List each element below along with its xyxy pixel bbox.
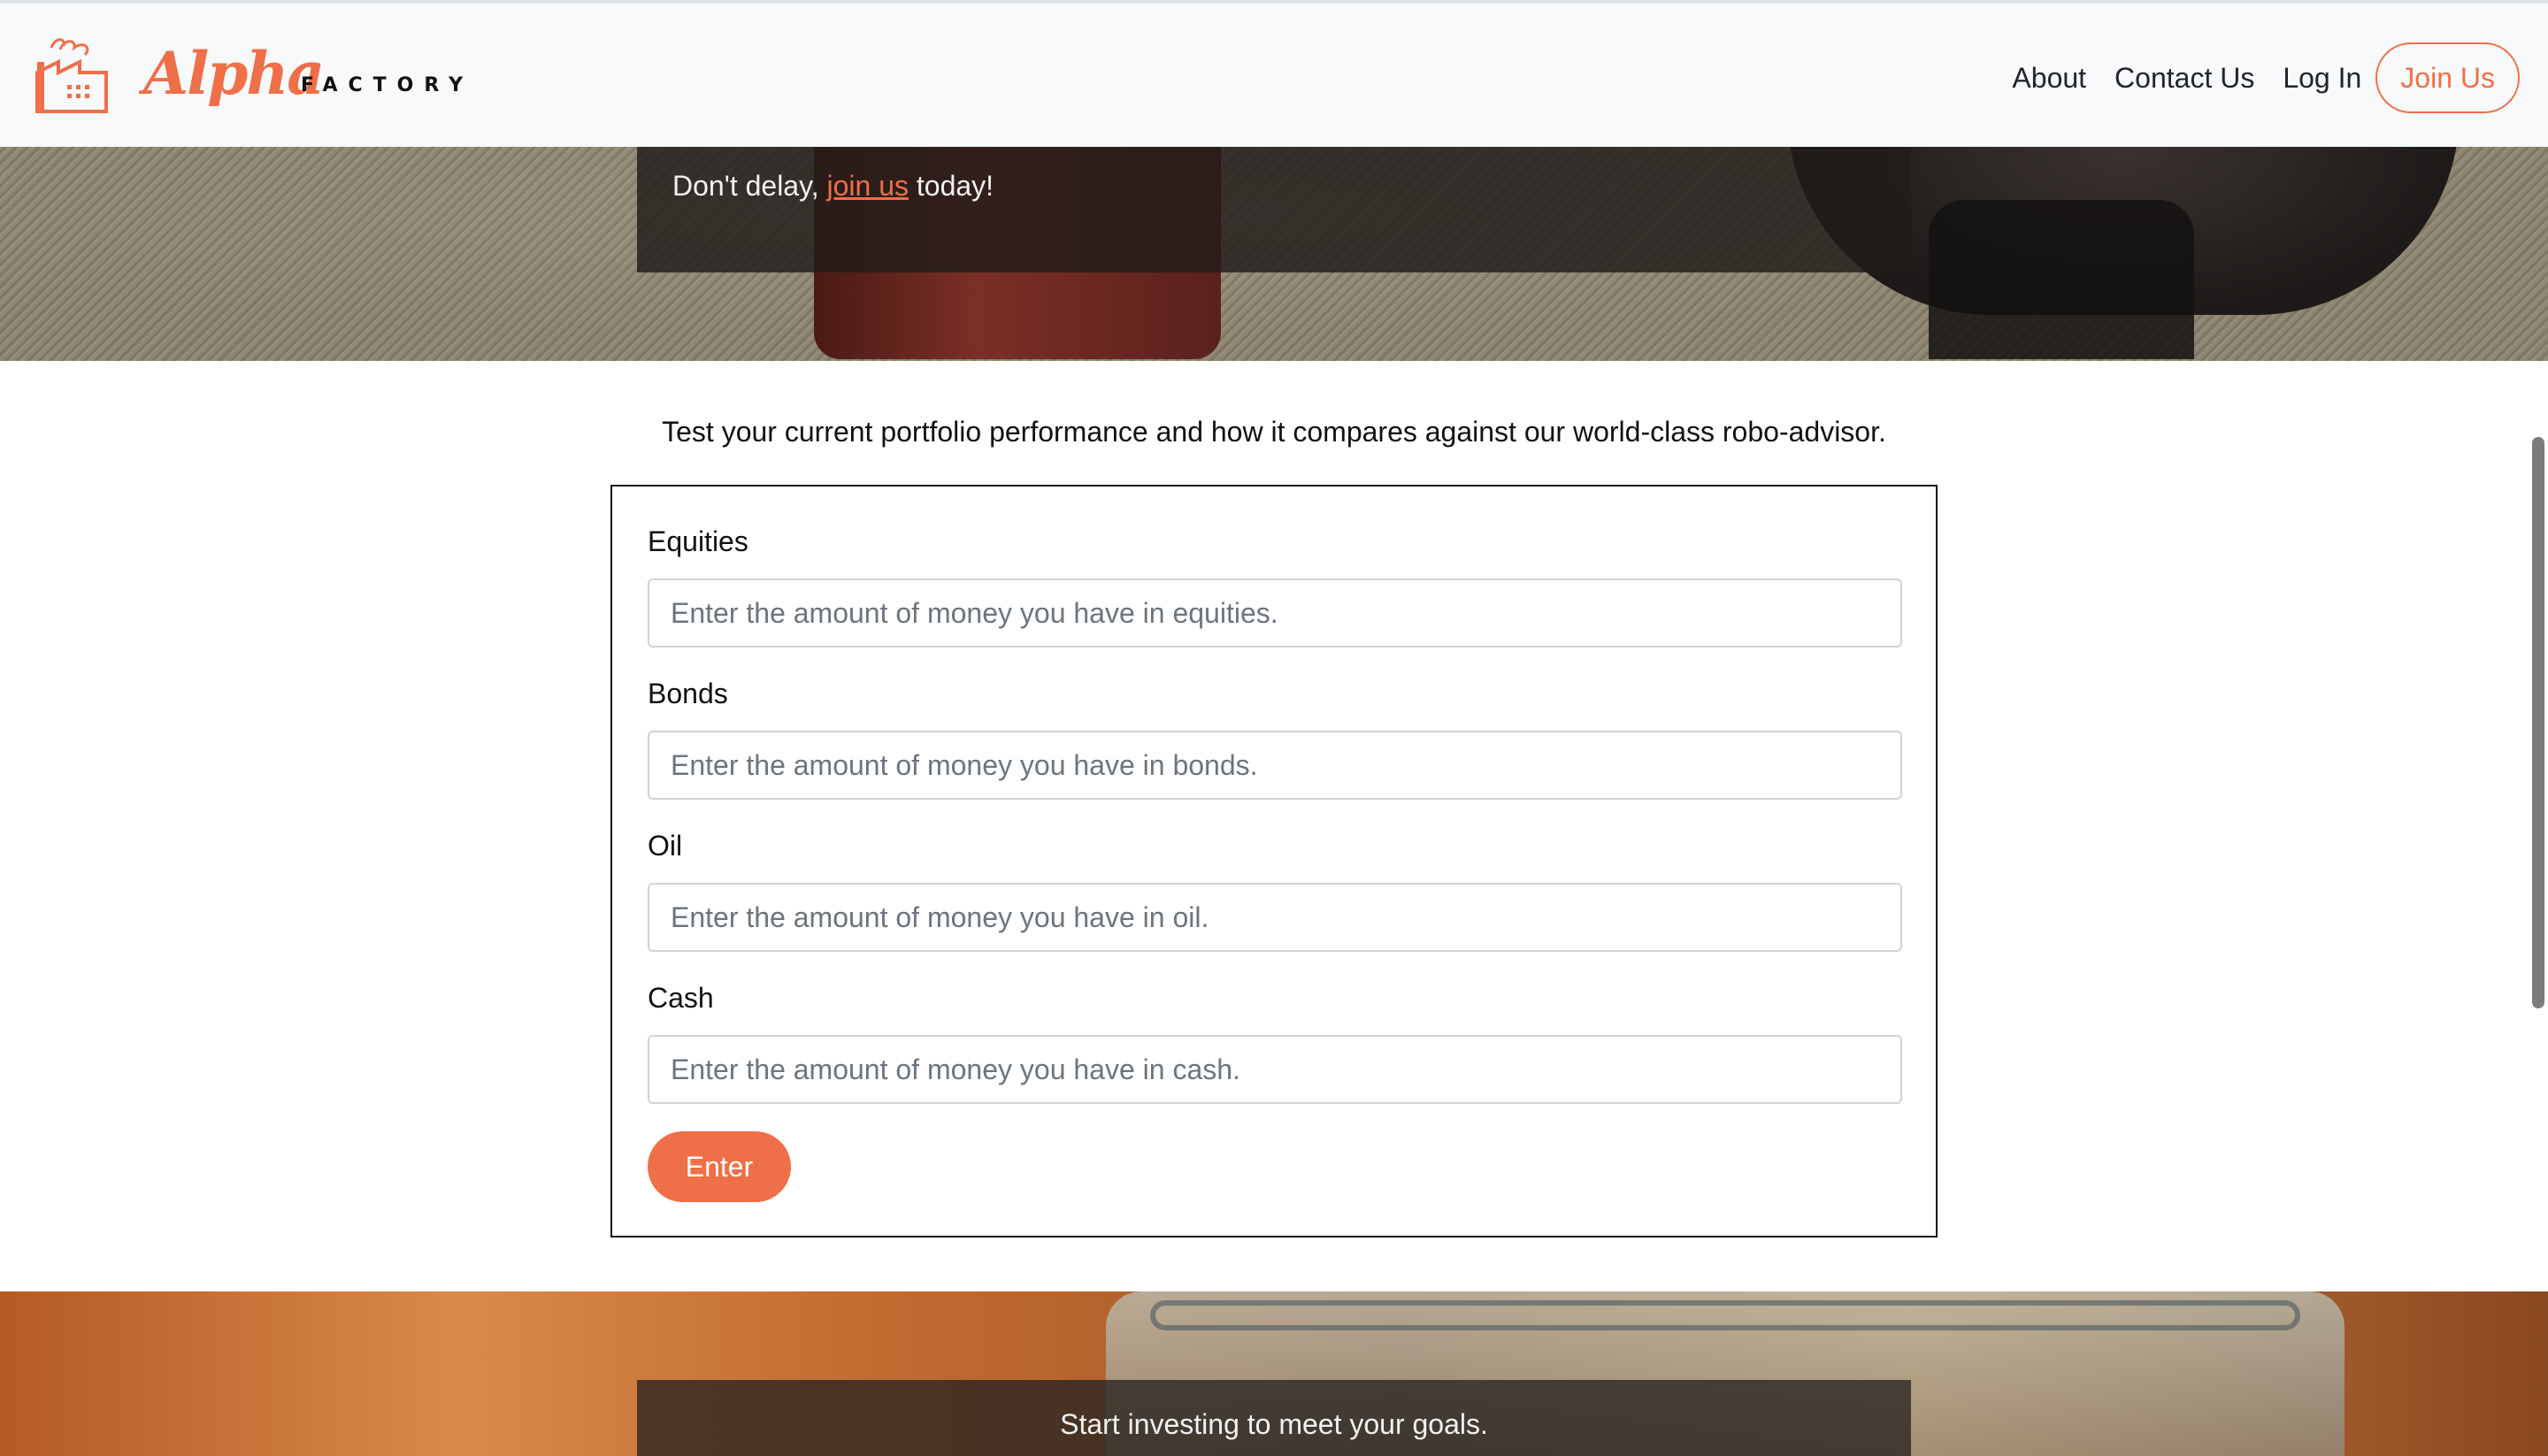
cash-label: Cash xyxy=(648,982,714,1014)
hero-top-banner: Don't delay, join us today! xyxy=(0,147,2548,361)
hero-top-text: Don't delay, join us today! xyxy=(672,170,994,203)
hero-chair-base xyxy=(1929,200,2194,359)
nav-links: About Contact Us Log In Join Us xyxy=(1984,42,2520,113)
factory-icon xyxy=(35,38,108,113)
nav-join-button[interactable]: Join Us xyxy=(2375,42,2520,113)
join-us-link[interactable]: join us xyxy=(827,170,909,202)
oil-input[interactable] xyxy=(648,883,1902,952)
nav-contact-link[interactable]: Contact Us xyxy=(2114,62,2254,95)
hero-text-before: Don't delay, xyxy=(672,170,827,202)
brand-name-caps: FACTORY xyxy=(301,74,474,96)
brand-logo[interactable]: Alpha FACTORY xyxy=(34,30,476,119)
equities-input[interactable] xyxy=(648,579,1902,648)
bonds-label: Bonds xyxy=(648,678,728,709)
page-scrollbar[interactable] xyxy=(2532,437,2544,1008)
hero-jar-rim xyxy=(1150,1300,2300,1330)
hero-bottom-text: Start investing to meet your goals. xyxy=(1060,1408,1488,1440)
equities-label: Equities xyxy=(648,525,748,557)
portfolio-form: Equities Bonds Oil Cash Enter xyxy=(610,485,1938,1238)
navbar: Alpha FACTORY About Contact Us Log In Jo… xyxy=(0,0,2548,147)
oil-label: Oil xyxy=(648,830,683,862)
enter-button[interactable]: Enter xyxy=(648,1131,791,1202)
hero-text-after: today! xyxy=(909,170,994,202)
nav-login-link[interactable]: Log In xyxy=(2283,62,2361,95)
hero-bottom-overlay: Start investing to meet your goals. xyxy=(637,1380,1911,1456)
cash-input[interactable] xyxy=(648,1035,1902,1104)
hero-top-overlay: Don't delay, join us today! xyxy=(637,147,1911,272)
intro-text: Test your current portfolio performance … xyxy=(662,416,1886,448)
hero-bottom-banner: Start investing to meet your goals. xyxy=(0,1291,2548,1456)
brand-name-script: Alpha xyxy=(143,39,325,108)
nav-about-link[interactable]: About xyxy=(2012,62,2086,95)
bonds-input[interactable] xyxy=(648,731,1902,800)
